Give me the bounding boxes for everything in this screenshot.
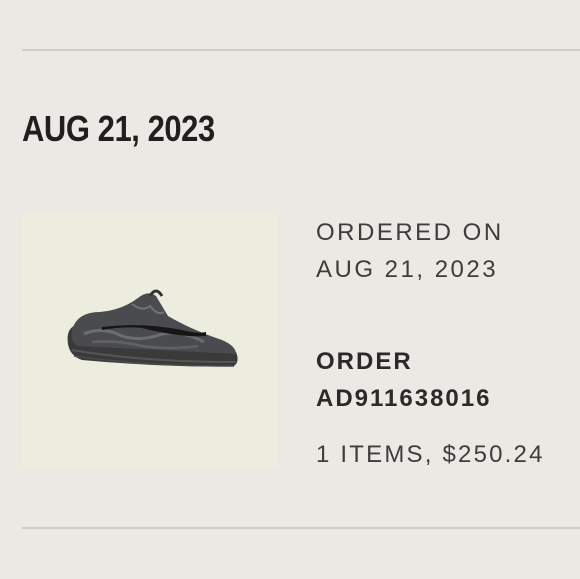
divider-bottom xyxy=(22,527,580,529)
order-label: ORDER xyxy=(316,348,413,375)
order-number[interactable]: AD911638016 xyxy=(316,380,491,417)
sneaker-image xyxy=(67,289,238,367)
order-number-block: ORDER AD911638016 xyxy=(316,343,491,417)
ordered-on-block: ORDERED ON AUG 21, 2023 xyxy=(316,214,504,288)
product-image-card[interactable] xyxy=(22,214,278,469)
order-summary: 1 ITEMS, $250.24 xyxy=(316,441,545,468)
ordered-on-label: ORDERED ON xyxy=(316,219,504,246)
order-date-heading: AUG 21, 2023 xyxy=(22,108,215,149)
ordered-on-date: AUG 21, 2023 xyxy=(316,256,499,283)
divider-top xyxy=(22,49,580,51)
